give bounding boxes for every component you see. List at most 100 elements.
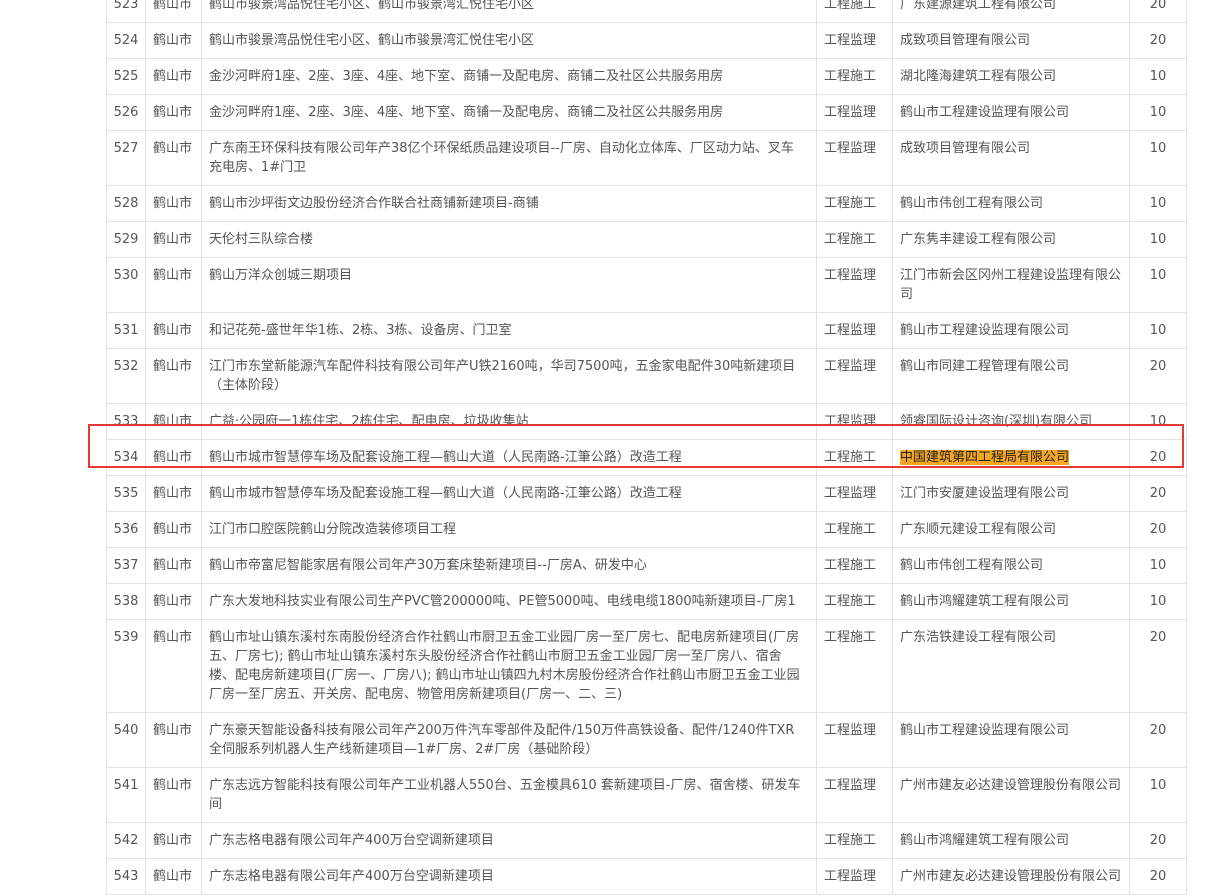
table-row: 535 鹤山市 鹤山市城市智慧停车场及配套设施工程—鹤山大道（人民南路-江筆公路）改…	[106, 475, 1187, 512]
work-type-cell: 工程施工	[816, 0, 893, 23]
row-number: 527	[106, 130, 146, 186]
row-number: 537	[106, 547, 146, 584]
project-name-cell: 鹤山市址山镇东溪村东南股份经济合作社鹤山市厨卫五金工业园厂房一至厂房七、配电房新…	[201, 619, 817, 713]
work-type-cell: 工程监理	[816, 130, 893, 186]
points-cell: 10	[1129, 403, 1187, 440]
points-cell: 20	[1129, 439, 1187, 476]
highlighted-company: 中国建筑第四工程局有限公司	[900, 450, 1070, 465]
project-name-cell: 广东豪天智能设备科技有限公司年产200万件汽车零部件及配件/150万件高铁设备、…	[201, 712, 817, 768]
company-cell: 鹤山市工程建设监理有限公司	[892, 94, 1130, 131]
points-cell: 10	[1129, 130, 1187, 186]
city-cell: 鹤山市	[145, 58, 202, 95]
work-type-cell: 工程施工	[816, 511, 893, 548]
project-name-cell: 江门市口腔医院鹤山分院改造装修项目工程	[201, 511, 817, 548]
city-cell: 鹤山市	[145, 547, 202, 584]
table-row: 527 鹤山市 广东南王环保科技有限公司年产38亿个环保纸质品建设项目--厂房、自动…	[106, 130, 1187, 186]
table-row: 536 鹤山市 江门市口腔医院鹤山分院改造装修项目工程 工程施工 广东顺元建设工程有限公…	[106, 511, 1187, 548]
points-cell: 10	[1129, 312, 1187, 349]
table-row: 543 鹤山市 广东志格电器有限公司年产400万台空调新建项目 工程监理 广州市建友必达…	[106, 858, 1187, 895]
table-row: 528 鹤山市 鹤山市沙坪街文边股份经济合作联合社商铺新建项目-商铺 工程施工 鹤山市伟…	[106, 185, 1187, 222]
city-cell: 鹤山市	[145, 403, 202, 440]
project-name-cell: 鹤山市骏景湾品悦住宅小区、鹤山市骏景湾汇悦住宅小区	[201, 22, 817, 59]
row-number: 542	[106, 822, 146, 859]
project-name-cell: 金沙河畔府1座、2座、3座、4座、地下室、商铺一及配电房、商铺二及社区公共服务用…	[201, 94, 817, 131]
table-row: 542 鹤山市 广东志格电器有限公司年产400万台空调新建项目 工程施工 鹤山市鸿耀建筑…	[106, 822, 1187, 859]
company-cell: 广东顺元建设工程有限公司	[892, 511, 1130, 548]
project-name-cell: 广益·公园府一1栋住宅、2栋住宅、配电房、垃圾收集站	[201, 403, 817, 440]
project-name-cell: 广东南王环保科技有限公司年产38亿个环保纸质品建设项目--厂房、自动化立体库、厂…	[201, 130, 817, 186]
company-cell: 鹤山市鸿耀建筑工程有限公司	[892, 822, 1130, 859]
points-cell: 20	[1129, 822, 1187, 859]
table-row: 524 鹤山市 鹤山市骏景湾品悦住宅小区、鹤山市骏景湾汇悦住宅小区 工程监理 成致项目管…	[106, 22, 1187, 59]
project-name-cell: 鹤山市城市智慧停车场及配套设施工程—鹤山大道（人民南路-江筆公路）改造工程	[201, 475, 817, 512]
company-cell: 鹤山市鸿耀建筑工程有限公司	[892, 583, 1130, 620]
company-cell: 湖北隆海建筑工程有限公司	[892, 58, 1130, 95]
row-number: 524	[106, 22, 146, 59]
work-type-cell: 工程监理	[816, 767, 893, 823]
points-cell: 20	[1129, 858, 1187, 895]
project-name-cell: 金沙河畔府1座、2座、3座、4座、地下室、商铺一及配电房、商铺二及社区公共服务用…	[201, 58, 817, 95]
project-name-cell: 江门市东堂新能源汽车配件科技有限公司年产U铁2160吨，华司7500吨，五金家电…	[201, 348, 817, 404]
project-name-cell: 和记花苑-盛世年华1栋、2栋、3栋、设备房、门卫室	[201, 312, 817, 349]
work-type-cell: 工程监理	[816, 312, 893, 349]
company-cell: 鹤山市伟创工程有限公司	[892, 185, 1130, 222]
city-cell: 鹤山市	[145, 0, 202, 23]
city-cell: 鹤山市	[145, 439, 202, 476]
table-row: 525 鹤山市 金沙河畔府1座、2座、3座、4座、地下室、商铺一及配电房、商铺二及社…	[106, 58, 1187, 95]
city-cell: 鹤山市	[145, 619, 202, 713]
city-cell: 鹤山市	[145, 822, 202, 859]
work-type-cell: 工程监理	[816, 858, 893, 895]
table-row: 541 鹤山市 广东志远方智能科技有限公司年产工业机器人550台、五金模具610 套…	[106, 767, 1187, 823]
city-cell: 鹤山市	[145, 130, 202, 186]
points-cell: 20	[1129, 619, 1187, 713]
row-number: 543	[106, 858, 146, 895]
project-name-cell: 鹤山市沙坪街文边股份经济合作联合社商铺新建项目-商铺	[201, 185, 817, 222]
company-cell: 广州市建友必达建设管理股份有限公司	[892, 767, 1130, 823]
company-cell: 鹤山市工程建设监理有限公司	[892, 712, 1130, 768]
table-row: 537 鹤山市 鹤山市帝富尼智能家居有限公司年产30万套床垫新建项目--厂房A、研发…	[106, 547, 1187, 584]
points-cell: 10	[1129, 547, 1187, 584]
work-type-cell: 工程监理	[816, 403, 893, 440]
table-row: 538 鹤山市 广东大发地科技实业有限公司生产PVC管200000吨、PE管5000…	[106, 583, 1187, 620]
table-row: 530 鹤山市 鹤山万洋众创城三期项目 工程监理 江门市新会区冈州工程建设监理有限公司 1…	[106, 257, 1187, 313]
row-number: 523	[106, 0, 146, 23]
company-cell: 鹤山市同建工程管理有限公司	[892, 348, 1130, 404]
row-number: 530	[106, 257, 146, 313]
project-table: 523 鹤山市 鹤山市骏景湾品悦住宅小区、鹤山市骏景湾汇悦住宅小区 工程施工 广东建源建…	[106, 0, 1187, 895]
project-name-cell: 鹤山市帝富尼智能家居有限公司年产30万套床垫新建项目--厂房A、研发中心	[201, 547, 817, 584]
project-name-cell: 广东志远方智能科技有限公司年产工业机器人550台、五金模具610 套新建项目-厂…	[201, 767, 817, 823]
table-row: 532 鹤山市 江门市东堂新能源汽车配件科技有限公司年产U铁2160吨，华司7500…	[106, 348, 1187, 404]
work-type-cell: 工程施工	[816, 547, 893, 584]
row-number: 536	[106, 511, 146, 548]
points-cell: 10	[1129, 185, 1187, 222]
project-name-cell: 鹤山市骏景湾品悦住宅小区、鹤山市骏景湾汇悦住宅小区	[201, 0, 817, 23]
company-cell: 领睿国际设计咨询(深圳)有限公司	[892, 403, 1130, 440]
company-cell: 广东隽丰建设工程有限公司	[892, 221, 1130, 258]
points-cell: 10	[1129, 767, 1187, 823]
work-type-cell: 工程监理	[816, 712, 893, 768]
row-number: 526	[106, 94, 146, 131]
points-cell: 20	[1129, 475, 1187, 512]
row-number: 531	[106, 312, 146, 349]
work-type-cell: 工程监理	[816, 94, 893, 131]
city-cell: 鹤山市	[145, 94, 202, 131]
city-cell: 鹤山市	[145, 348, 202, 404]
company-cell: 江门市新会区冈州工程建设监理有限公司	[892, 257, 1130, 313]
company-cell: 成致项目管理有限公司	[892, 22, 1130, 59]
work-type-cell: 工程施工	[816, 221, 893, 258]
row-number: 534	[106, 439, 146, 476]
company-cell: 广东建源建筑工程有限公司	[892, 0, 1130, 23]
company-cell: 广州市建友必达建设管理股份有限公司	[892, 858, 1130, 895]
row-number: 539	[106, 619, 146, 713]
work-type-cell: 工程施工	[816, 619, 893, 713]
table-row: 531 鹤山市 和记花苑-盛世年华1栋、2栋、3栋、设备房、门卫室 工程监理 鹤山市工程…	[106, 312, 1187, 349]
points-cell: 20	[1129, 0, 1187, 23]
points-cell: 20	[1129, 22, 1187, 59]
points-cell: 10	[1129, 583, 1187, 620]
project-name-cell: 鹤山万洋众创城三期项目	[201, 257, 817, 313]
project-name-cell: 广东志格电器有限公司年产400万台空调新建项目	[201, 858, 817, 895]
city-cell: 鹤山市	[145, 185, 202, 222]
points-cell: 10	[1129, 221, 1187, 258]
company-cell: 鹤山市伟创工程有限公司	[892, 547, 1130, 584]
company-cell: 鹤山市工程建设监理有限公司	[892, 312, 1130, 349]
